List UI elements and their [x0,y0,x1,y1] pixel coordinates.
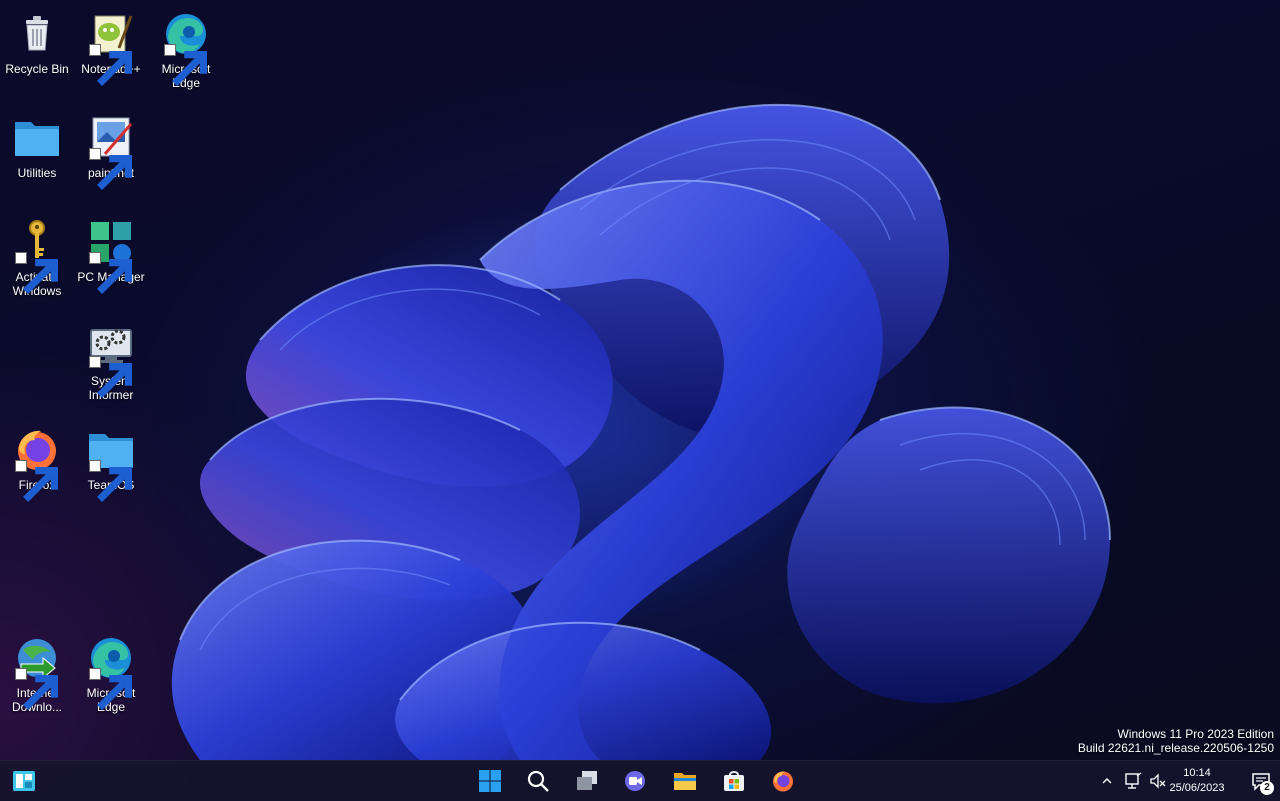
paint-net-icon [87,114,135,190]
shortcut-arrow-icon [164,44,207,86]
notification-count-badge: 2 [1260,781,1274,795]
folder-icon [13,114,61,162]
desktop-icon-label: Utilities [17,166,57,180]
windows-edition-watermark: Windows 11 Pro 2023 Edition Build 22621.… [1078,727,1274,755]
desktop-icon-paint-net[interactable]: paint.net [75,114,147,190]
network-status-button[interactable] [1122,761,1144,801]
desktop-icon-microsoft-edge[interactable]: Microsoft Edge [150,10,222,90]
shortcut-arrow-icon [89,252,132,294]
edge-icon [87,634,135,710]
task-view-button[interactable] [571,765,603,797]
edge-icon [162,10,210,86]
network-icon [1125,772,1142,789]
desktop-icon-system-informer[interactable]: System Informer [75,322,147,402]
shortcut-arrow-icon [15,252,58,294]
clock-time: 10:14 [1183,767,1211,779]
shortcut-arrow-icon [15,460,58,502]
file-explorer-icon [674,773,696,790]
taskbar: 10:14 25/06/2023 2 [0,760,1280,801]
firefox-taskbar-button[interactable] [767,765,799,797]
desktop-icon-label: Recycle Bin [5,62,69,76]
chat-icon [625,771,645,791]
system-informer-icon [87,322,135,398]
shortcut-arrow-icon [89,460,132,502]
desktop-icon-notepad-plus-plus[interactable]: Notepad++ [75,10,147,86]
desktop-icon-pc-manager[interactable]: PC Manager [75,218,147,294]
shortcut-arrow-icon [89,44,132,86]
microsoft-store-icon [724,771,744,791]
recycle-bin-icon [13,10,61,58]
shortcut-arrow-icon [89,148,132,190]
folder-icon [87,426,135,502]
start-button[interactable] [474,765,506,797]
shortcut-arrow-icon [15,668,58,710]
microsoft-store-button[interactable] [718,765,750,797]
watermark-build: Build 22621.ni_release.220506-1250 [1077,741,1274,755]
firefox-icon [773,771,793,792]
desktop-icon-firefox[interactable]: Firefox [1,426,73,502]
windows-logo-icon [479,770,501,792]
shortcut-arrow-icon [89,668,132,710]
chat-button[interactable] [619,765,651,797]
watermark-edition: Windows 11 Pro 2023 Edition [1117,727,1274,741]
search-button[interactable] [522,765,554,797]
task-view-icon [577,771,597,790]
firefox-icon [13,426,61,502]
desktop-icon-recycle-bin[interactable]: Recycle Bin [1,10,73,76]
desktop-icon-teamos[interactable]: TeamOS [75,426,147,502]
internet-download-manager-icon [13,634,61,710]
shortcut-arrow-icon [89,356,132,398]
tray-overflow-button[interactable] [1097,761,1117,801]
search-icon [527,770,549,792]
desktop-icon-microsoft-edge-2[interactable]: Microsoft Edge [75,634,147,714]
file-explorer-button[interactable] [669,765,701,797]
desktop-icon-internet-download-manager[interactable]: Internet Downlo... [1,634,73,714]
pc-manager-icon [87,218,135,294]
chevron-up-icon [1102,778,1112,784]
notification-center-button[interactable]: 2 [1246,761,1276,801]
wallpaper-bloom [171,103,1111,760]
clock-date: 25/06/2023 [1169,782,1225,794]
taskbar-clock[interactable]: 10:14 25/06/2023 [1162,766,1232,796]
widgets-icon [13,771,35,791]
notepad-plus-plus-icon [87,10,135,86]
widgets-button[interactable] [8,765,40,797]
desktop-icon-utilities[interactable]: Utilities [1,114,73,180]
key-icon [13,218,61,294]
desktop-icon-activate-windows[interactable]: Activate Windows [1,218,73,298]
